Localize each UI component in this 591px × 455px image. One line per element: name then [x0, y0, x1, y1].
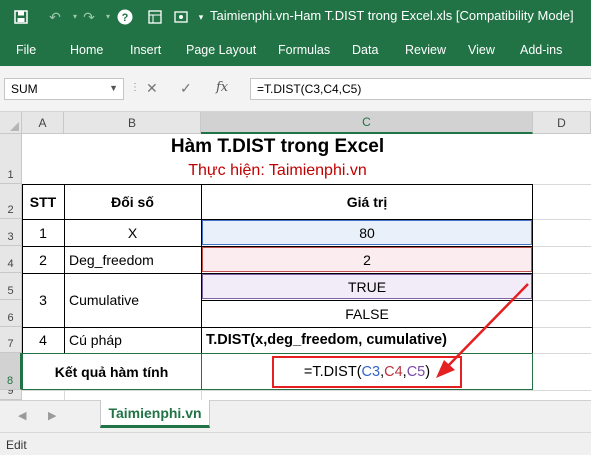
cell-c3[interactable]: 80: [201, 219, 533, 246]
tab-insert[interactable]: Insert: [130, 43, 161, 57]
column-header-d[interactable]: D: [533, 112, 591, 134]
cancel-icon[interactable]: ✕: [146, 80, 158, 97]
column-header-b[interactable]: B: [64, 112, 201, 134]
name-box-dropdown-icon[interactable]: ▼: [109, 83, 118, 93]
name-box[interactable]: SUM ▼: [4, 78, 124, 100]
formula-input[interactable]: =T.DIST(C3,C4,C5): [250, 78, 591, 100]
svg-text:?: ?: [122, 12, 129, 24]
template-icon[interactable]: [146, 8, 164, 26]
row-header-5[interactable]: 5: [0, 273, 22, 300]
cell-b5[interactable]: Cumulative: [64, 273, 201, 327]
status-mode: Edit: [6, 438, 27, 452]
ribbon-tabs: File Home Insert Page Layout Formulas Da…: [0, 34, 591, 66]
tab-formulas[interactable]: Formulas: [278, 43, 330, 57]
undo-icon[interactable]: ↶: [46, 8, 64, 26]
gridline: [533, 353, 591, 354]
gridline: [533, 219, 591, 220]
redo-dropdown-icon[interactable]: ▾: [99, 8, 117, 26]
spreadsheet-grid: A B C D 1 2 3 4 5 6 7 8 9 Hàm T.DIST tro…: [0, 112, 591, 400]
gridline: [64, 390, 65, 400]
sheet-title[interactable]: Hàm T.DIST trong Excel: [22, 134, 533, 160]
formula-ref-c4: C4: [384, 363, 403, 380]
window-title: Taimienphi.vn-Ham T.DIST trong Excel.xls…: [210, 8, 574, 23]
cell-b4[interactable]: Deg_freedom: [64, 246, 201, 273]
row-header-8[interactable]: 8: [0, 353, 22, 390]
cell-c7[interactable]: T.DIST(x,deg_freedom, cumulative): [201, 327, 533, 353]
gridline: [533, 184, 591, 185]
row-header-2[interactable]: 2: [0, 184, 22, 219]
tab-file[interactable]: File: [16, 43, 36, 57]
redo-icon[interactable]: ↷: [80, 8, 98, 26]
cell-b7[interactable]: Cú pháp: [64, 327, 201, 353]
status-bar: Edit: [0, 432, 591, 455]
row-header-4[interactable]: 4: [0, 246, 22, 273]
touch-mode-icon[interactable]: [172, 8, 190, 26]
tab-home[interactable]: Home: [70, 43, 103, 57]
tab-add-ins[interactable]: Add-ins: [520, 43, 562, 57]
header-value[interactable]: Giá trị: [201, 184, 533, 219]
row-header-6[interactable]: 6: [0, 300, 22, 327]
select-all-corner[interactable]: [0, 112, 22, 134]
next-sheet-icon[interactable]: ▶: [48, 409, 56, 422]
row-header-1[interactable]: 1: [0, 134, 22, 184]
gridline: [533, 300, 591, 301]
insert-function-icon[interactable]: fx: [216, 80, 228, 95]
row-header-7[interactable]: 7: [0, 327, 22, 353]
help-icon[interactable]: ?: [116, 8, 134, 26]
column-header-a[interactable]: A: [22, 112, 64, 134]
title-bar: ↶ ▾ ↷ ▾ ? ▾ Taimienphi.vn-Ham T.DIST tro…: [0, 0, 591, 34]
column-header-c[interactable]: C: [201, 112, 533, 134]
formula-prefix: =T.DIST(: [303, 363, 362, 380]
cell-a4[interactable]: 2: [22, 246, 64, 273]
header-arg[interactable]: Đối số: [64, 184, 201, 219]
cell-b3[interactable]: X: [64, 219, 201, 246]
cell-c5[interactable]: TRUE: [201, 273, 533, 300]
gridline: [22, 390, 533, 391]
name-box-value: SUM: [11, 82, 38, 96]
cell-c8[interactable]: =T.DIST(C3, C4, C5): [201, 353, 533, 390]
cell-c6[interactable]: FALSE: [201, 300, 533, 327]
formula-bar: SUM ▼ ⋮ ✕ ✓ fx =T.DIST(C3,C4,C5): [0, 66, 591, 112]
formula-ref-c5: C5: [406, 363, 426, 380]
sheet-tab-active[interactable]: Taimienphi.vn: [100, 400, 210, 428]
gridline: [533, 390, 591, 391]
prev-sheet-icon[interactable]: ◀: [18, 409, 26, 422]
formula-suffix: ): [425, 363, 431, 380]
tab-data[interactable]: Data: [352, 43, 378, 57]
row-header-9[interactable]: 9: [0, 390, 22, 400]
customize-icon[interactable]: ▾: [192, 8, 210, 26]
row-header-3[interactable]: 3: [0, 219, 22, 246]
cell-a3[interactable]: 1: [22, 219, 64, 246]
gridline: [533, 246, 591, 247]
gridline: [201, 390, 202, 400]
cell-c4[interactable]: 2: [201, 246, 533, 273]
tab-page-layout[interactable]: Page Layout: [186, 43, 256, 57]
sheet-tabs-bar: ◀ ▶ Taimienphi.vn: [0, 400, 591, 432]
result-label[interactable]: Kết quả hàm tính: [22, 353, 201, 390]
cell-a5[interactable]: 3: [22, 273, 64, 327]
select-all-icon: [10, 122, 19, 131]
resize-handle-icon[interactable]: ⋮: [130, 82, 140, 93]
gridline: [533, 273, 591, 274]
formula-ref-c3: C3: [361, 363, 381, 380]
save-icon[interactable]: [12, 8, 30, 26]
tab-review[interactable]: Review: [405, 43, 446, 57]
sheet-subtitle[interactable]: Thực hiện: Taimienphi.vn: [22, 160, 533, 182]
cell-a7[interactable]: 4: [22, 327, 64, 353]
gridline: [533, 327, 591, 328]
tab-view[interactable]: View: [468, 43, 495, 57]
enter-icon[interactable]: ✓: [180, 80, 192, 97]
result-formula-box: =T.DIST(C3, C4, C5): [272, 355, 462, 388]
header-stt[interactable]: STT: [22, 184, 64, 219]
